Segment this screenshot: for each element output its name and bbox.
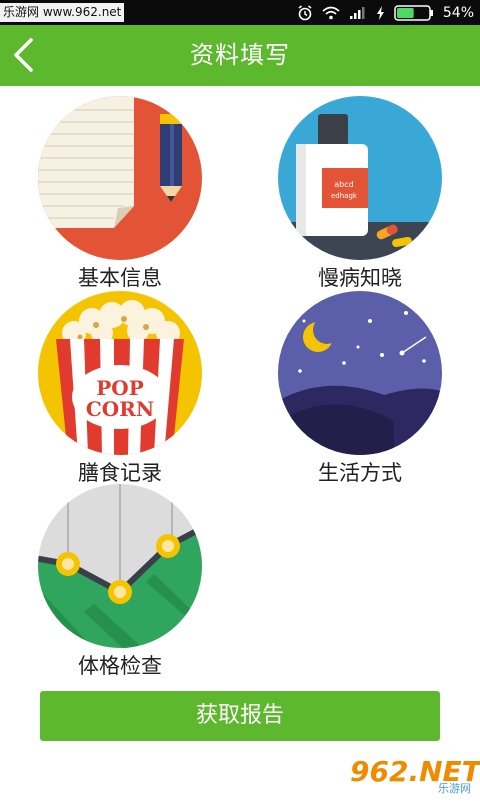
popcorn-text-line2: CORN <box>86 397 154 421</box>
bottle-label-line2: edhagk <box>331 192 358 200</box>
tile-diet-record[interactable]: POP CORN 膳食记录 <box>34 291 206 486</box>
watermark-logo: 962.NET 乐游网 <box>340 748 480 798</box>
get-report-button[interactable]: 获取报告 <box>40 691 440 741</box>
tile-label: 慢病知晓 <box>318 266 402 290</box>
title-bar: 资料填写 <box>0 25 480 86</box>
tile-basic-info[interactable]: 基本信息 <box>34 96 206 291</box>
battery-percent: 54% <box>442 4 474 21</box>
medicine-bottle-icon: abcd edhagk <box>278 96 442 260</box>
page-title: 资料填写 <box>190 41 290 69</box>
alarm-icon <box>298 4 312 20</box>
charging-icon <box>376 5 384 20</box>
tile-label: 基本信息 <box>78 266 162 290</box>
tile-label: 体格检查 <box>78 654 162 678</box>
line-chart-icon <box>38 484 202 648</box>
popcorn-icon: POP CORN <box>38 291 202 455</box>
tile-chronic-disease[interactable]: abcd edhagk 慢病知晓 <box>274 96 446 291</box>
battery-icon <box>394 4 433 21</box>
site-logo-icon: 962.NET 乐游网 <box>342 752 480 796</box>
bottle-label-line1: abcd <box>334 180 353 189</box>
status-icons: 54% <box>297 0 474 25</box>
watermark-sub: 乐游网 <box>438 782 471 795</box>
battery-fill <box>396 7 414 18</box>
tile-lifestyle[interactable]: 生活方式 <box>274 291 446 486</box>
tile-label: 生活方式 <box>318 461 402 485</box>
tile-label: 膳食记录 <box>78 461 162 485</box>
night-moon-icon <box>278 291 442 455</box>
status-bar: 乐游网 www.962.net 54% <box>0 0 480 25</box>
signal-icon <box>349 6 365 19</box>
tile-physical-exam[interactable]: 体格检查 <box>34 484 206 679</box>
notebook-pencil-icon <box>38 96 202 260</box>
wifi-icon <box>322 6 340 19</box>
site-watermark: 乐游网 www.962.net <box>0 3 125 22</box>
